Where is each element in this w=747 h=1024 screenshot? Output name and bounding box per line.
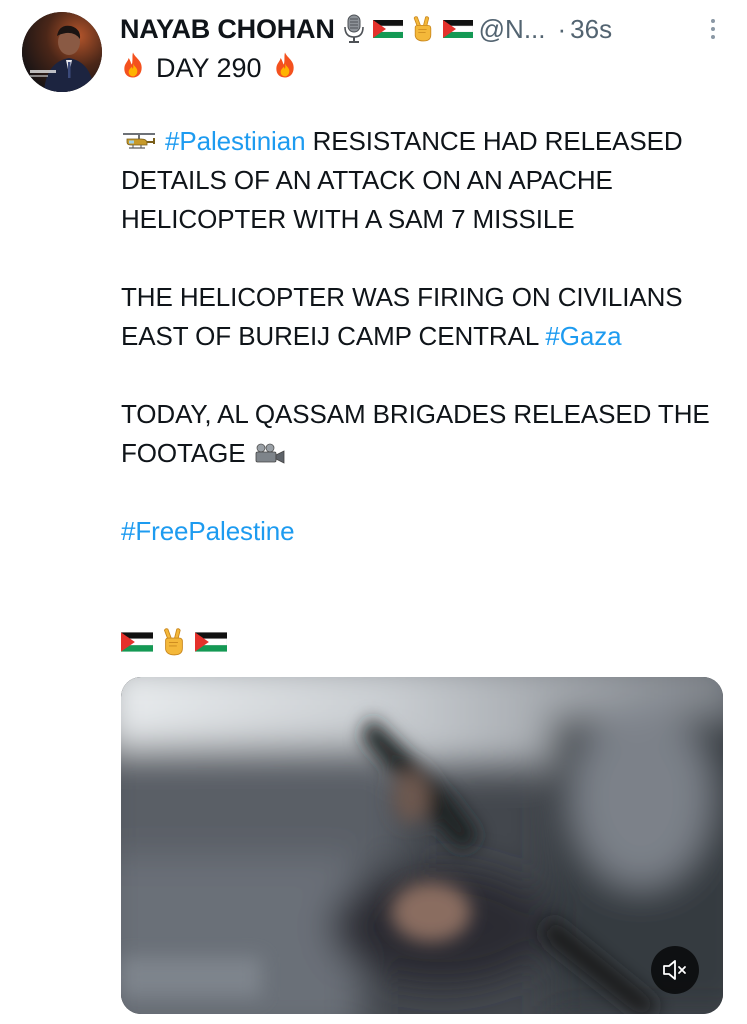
- day-label: DAY 290: [156, 52, 262, 83]
- author-handle[interactable]: @N...: [479, 14, 546, 45]
- helicopter-icon: [121, 126, 165, 156]
- video-camera-icon: [246, 438, 286, 468]
- video-player[interactable]: [121, 677, 723, 1014]
- avatar[interactable]: [22, 12, 102, 92]
- palestine-flag-icon: [194, 631, 228, 657]
- palestine-flag-icon: [442, 20, 473, 38]
- day-line: DAY 290: [120, 48, 298, 88]
- palestine-flag-icon: [120, 631, 154, 657]
- post-body: #Palestinian RESISTANCE HAD RELEASED DET…: [121, 122, 731, 590]
- post-paragraph-1: #Palestinian RESISTANCE HAD RELEASED DET…: [121, 122, 731, 239]
- palestine-flag-icon: [372, 20, 403, 38]
- paragraph-3-text: TODAY, AL QASSAM BRIGADES RELEASED THE F…: [121, 399, 710, 468]
- separator-dot: ·: [557, 13, 567, 44]
- hashtag-palestinian[interactable]: #Palestinian: [165, 126, 306, 156]
- post-paragraph-4: #FreePalestine: [121, 512, 731, 551]
- emoji-row: [120, 628, 228, 661]
- microphone-icon: [343, 14, 365, 44]
- more-options-icon[interactable]: [711, 19, 715, 39]
- volume-muted-icon[interactable]: [651, 946, 699, 994]
- hashtag-freepalestine[interactable]: #FreePalestine: [121, 516, 295, 546]
- hashtag-gaza[interactable]: #Gaza: [545, 321, 621, 351]
- post-paragraph-3: TODAY, AL QASSAM BRIGADES RELEASED THE F…: [121, 395, 731, 473]
- fire-icon: [272, 51, 298, 86]
- victory-hand-icon: [411, 16, 435, 42]
- post-header: NAYAB CHOHAN @N... · 36s: [120, 11, 733, 47]
- author-name[interactable]: NAYAB CHOHAN: [120, 14, 335, 45]
- post-timestamp[interactable]: 36s: [570, 14, 612, 45]
- victory-hand-icon: [161, 628, 187, 661]
- post-paragraph-2: THE HELICOPTER WAS FIRING ON CIVILIANS E…: [121, 278, 731, 356]
- fire-icon: [120, 51, 146, 86]
